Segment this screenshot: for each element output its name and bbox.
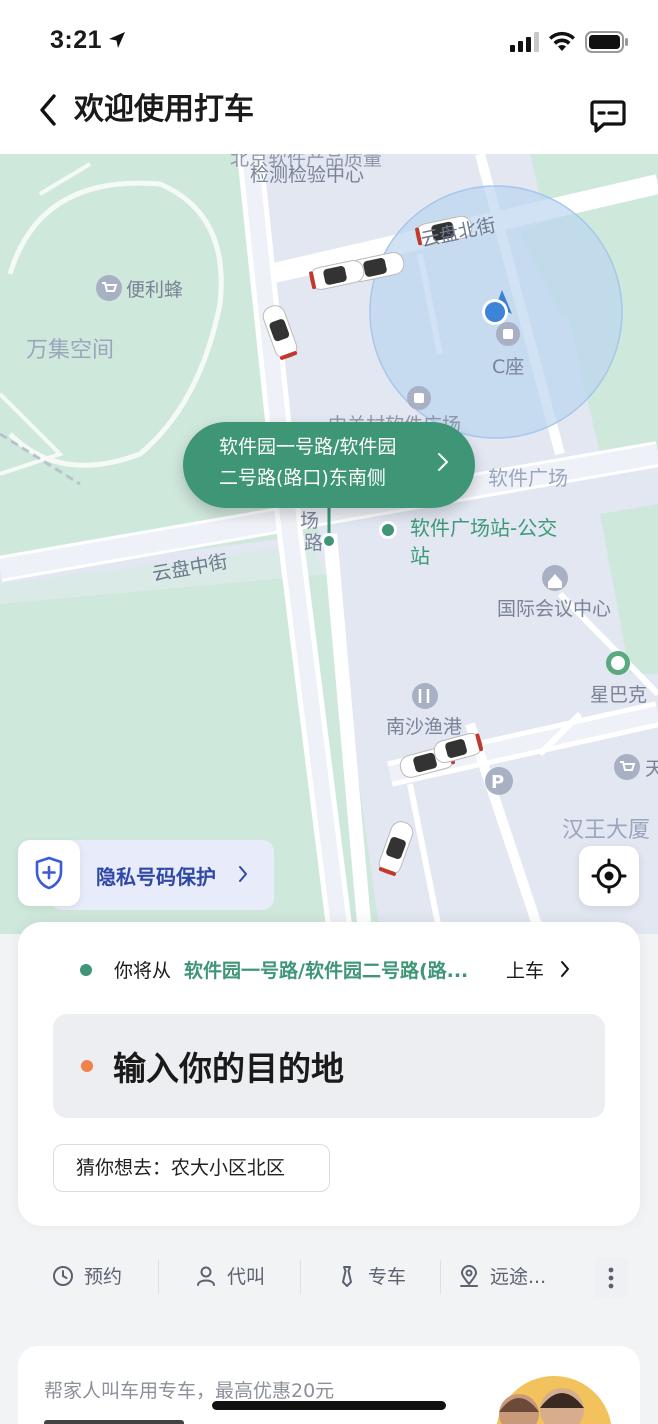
car-icon [378,821,414,876]
suggested-destination-chip[interactable]: 猜你想去：农大小区北区 [53,1144,330,1192]
car-icon [262,305,298,360]
status-time: 3:21 [50,26,103,54]
message-icon[interactable] [588,96,628,136]
more-vertical-icon [608,1267,614,1289]
route-pin-icon [460,1265,478,1287]
map-label-bus-stop[interactable]: 软件广场站-公交站 [410,514,560,570]
pickup-prefix: 你将从 [114,960,172,982]
ride-request-card: 你将从 软件园一号路/软件园二号路(路... 上车 输入你的目的地 猜你想去：农… [18,922,640,1226]
pickup-bubble-line2: 二号路(路口)东南侧 [219,467,386,489]
map-label-bianlifeng[interactable]: 便利蜂 [126,275,183,302]
page-title: 欢迎使用打车 [74,92,254,127]
tab-divider [300,1260,301,1294]
map-label-c-seat[interactable]: C座 [492,352,524,379]
map-label: 检测检验中心 [250,164,365,186]
promo-title-graphic [44,1420,184,1424]
map-label: 路 [304,532,324,554]
svg-text:P: P [491,772,504,793]
privacy-protection-label: 隐私号码保护 [96,865,216,889]
map-label-wanji: 万集空间 [26,338,115,363]
status-bar: 3:21 [0,0,658,76]
pickup-suffix: 上车 [506,960,545,982]
promo-card[interactable]: 帮家人叫车用专车，最高优惠20元 [18,1346,640,1424]
map-label-starbucks[interactable]: 星巴克 [590,680,647,707]
signal-icon [510,32,539,52]
tab-label: 专车 [368,1266,407,1288]
battery-icon [585,31,628,53]
destination-dot [81,1060,93,1072]
tab-label: 预约 [84,1266,123,1288]
pickup-bubble-line1: 软件园一号路/软件园 [219,436,397,458]
map-label: 天 [645,758,658,780]
crosshair-icon [591,858,627,894]
destination-placeholder: 输入你的目的地 [113,1049,344,1088]
nav-bar: 欢迎使用打车 [0,76,658,154]
car-icon [309,259,365,291]
chevron-right-icon [239,866,247,882]
privacy-shield-badge[interactable] [18,840,80,906]
wifi-icon [549,31,575,51]
chevron-right-icon [438,453,448,471]
destination-input[interactable]: 输入你的目的地 [53,1014,605,1118]
tab-divider [440,1260,441,1294]
chevron-right-icon [561,961,569,977]
tab-label: 代叫 [227,1266,266,1288]
tab-divider [158,1260,159,1294]
more-options-button[interactable] [594,1258,628,1298]
service-tabs: 预约 代叫 专车 远途... [0,1240,658,1314]
pickup-location-row[interactable]: 你将从 软件园一号路/软件园二号路(路... 上车 [80,956,600,982]
map-label-nanshayugang[interactable]: 南沙渔港 [386,712,462,739]
clock-icon [53,1266,73,1286]
promo-family-image [496,1376,612,1424]
tie-icon [342,1266,352,1287]
home-indicator [212,1401,446,1410]
tab-label: 远途... [490,1266,547,1288]
map-label-hanwang: 汉王大厦 [562,818,651,843]
pickup-dot [80,964,92,976]
pickup-point-bubble[interactable]: 软件园一号路/软件园 二号路(路口)东南侧 [183,422,475,508]
map-label-software-square: 软件广场 [488,466,568,490]
map-view[interactable]: P 北京软件产品质量 检测检验中心 便利蜂 万集空间 云盘北街 C座 中关村软件… [0,154,658,934]
person-icon [197,1266,215,1286]
location-arrow-icon [109,32,125,48]
pickup-address: 软件园一号路/软件园二号路(路... [184,960,469,982]
map-label-conference[interactable]: 国际会议中心 [497,594,611,621]
shield-plus-icon [35,856,63,890]
promo-text: 帮家人叫车用专车，最高优惠20元 [44,1380,335,1402]
back-arrow-icon[interactable] [34,92,62,128]
recenter-location-button[interactable] [579,846,639,906]
